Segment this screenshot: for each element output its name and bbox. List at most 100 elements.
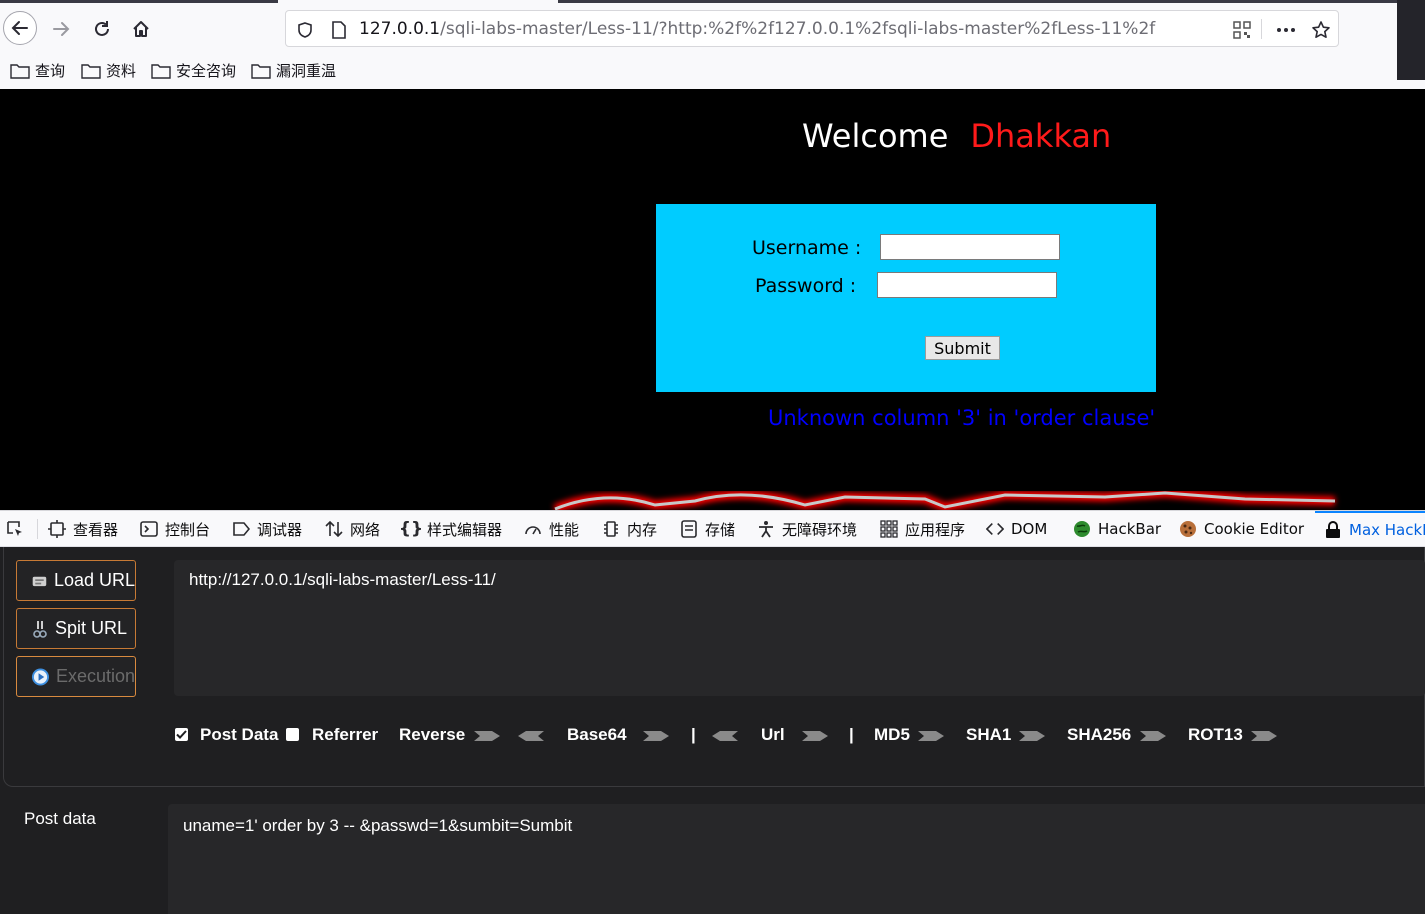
- submit-button[interactable]: Submit: [925, 336, 1000, 360]
- tab-debugger[interactable]: 调试器: [232, 511, 302, 547]
- tab-inspector[interactable]: 查看器: [48, 511, 118, 547]
- tab-cookie-editor[interactable]: Cookie Editor: [1179, 511, 1304, 547]
- login-attempt-banner-image: [553, 488, 1336, 510]
- toolbar-separator: [37, 519, 38, 539]
- tab-accessibility[interactable]: 无障碍环境: [757, 511, 857, 547]
- side-panel-edge: [1397, 0, 1425, 80]
- tab-label: Max HackBar: [1349, 521, 1425, 539]
- load-icon: [32, 576, 47, 586]
- password-label: Password :: [755, 275, 857, 297]
- folder-icon: [151, 63, 171, 79]
- welcome-name: Dhakkan: [970, 117, 1112, 155]
- tab-label: 无障碍环境: [782, 520, 858, 539]
- error-message: Unknown column '3' in 'order clause': [768, 406, 1156, 430]
- tab-memory[interactable]: 内存: [602, 511, 657, 547]
- checkmark-icon: [176, 730, 187, 739]
- bookmark-item[interactable]: 查询: [10, 60, 65, 81]
- rot13-label: ROT13: [1188, 725, 1243, 744]
- qr-code-icon[interactable]: [1231, 19, 1253, 41]
- bookmark-label: 漏洞重温: [276, 62, 337, 80]
- shield-icon[interactable]: [294, 19, 316, 41]
- grid-icon: [880, 520, 898, 538]
- encode-chevron-icon[interactable]: [474, 729, 500, 743]
- rot13-chevron-icon[interactable]: [1251, 729, 1277, 743]
- folder-icon: [251, 63, 271, 79]
- accessibility-icon: [757, 520, 775, 538]
- braces-icon: {}: [398, 519, 424, 539]
- star-icon[interactable]: [1310, 19, 1332, 41]
- tab-application[interactable]: 应用程序: [880, 511, 965, 547]
- tab-network[interactable]: 网络: [325, 511, 380, 547]
- play-circle-icon: [31, 667, 49, 686]
- inspector-icon: [48, 520, 66, 538]
- referrer-checkbox[interactable]: [286, 728, 299, 741]
- tab-label: Cookie Editor: [1204, 520, 1305, 538]
- home-icon: [133, 21, 149, 37]
- base64-label: Base64: [567, 725, 627, 744]
- separator: |: [849, 725, 854, 744]
- browser-chrome: 127.0.0.1/sqli-labs-master/Less-11/?http…: [0, 0, 1425, 89]
- url-text[interactable]: 127.0.0.1/sqli-labs-master/Less-11/?http…: [359, 19, 1155, 39]
- tab-label: DOM: [1011, 520, 1048, 538]
- reload-icon: [95, 21, 109, 36]
- forward-button[interactable]: [44, 12, 78, 46]
- welcome-text: Welcome: [802, 117, 949, 155]
- bookmark-label: 安全咨询: [176, 62, 237, 80]
- page-icon[interactable]: [328, 19, 350, 41]
- post-data-section-label: Post data: [24, 809, 96, 828]
- tab-performance[interactable]: 性能: [524, 511, 579, 547]
- home-button[interactable]: [124, 12, 158, 46]
- execution-button[interactable]: Execution: [16, 656, 136, 697]
- tab-label: 应用程序: [905, 520, 966, 539]
- cookie-icon: [1179, 520, 1197, 538]
- tab-dom[interactable]: DOM: [986, 511, 1047, 547]
- tab-console[interactable]: 控制台: [140, 511, 210, 547]
- url-label: Url: [761, 725, 785, 744]
- decode-chevron-icon[interactable]: [518, 729, 544, 743]
- folder-icon: [10, 63, 30, 79]
- sha1-chevron-icon[interactable]: [1019, 729, 1045, 743]
- login-form: Username : Password : Submit: [656, 204, 1156, 392]
- tab-storage[interactable]: 存储: [680, 511, 735, 547]
- url-bar[interactable]: 127.0.0.1/sqli-labs-master/Less-11/?http…: [285, 10, 1339, 47]
- hackbar-panel: Load URL Spit URL Execution http://127.0…: [0, 547, 1425, 914]
- md5-chevron-icon[interactable]: [918, 729, 944, 743]
- element-picker-button[interactable]: [6, 511, 24, 547]
- tab-label: HackBar: [1098, 520, 1162, 538]
- tab-max-hackbar[interactable]: Max HackBar: [1315, 511, 1425, 547]
- password-input[interactable]: [877, 272, 1057, 298]
- tab-label: 内存: [627, 520, 658, 539]
- tab-hackbar[interactable]: HackBar: [1073, 511, 1161, 547]
- tab-label: 网络: [350, 520, 381, 539]
- bookmark-item[interactable]: 漏洞重温: [251, 60, 336, 81]
- bookmark-item[interactable]: 资料: [81, 60, 136, 81]
- sha256-chevron-icon[interactable]: [1140, 729, 1166, 743]
- welcome-heading: Welcome Dhakkan: [802, 117, 1111, 155]
- post-data-textarea[interactable]: uname=1' order by 3 -- &passwd=1&sumbit=…: [168, 804, 1425, 914]
- tab-style-editor[interactable]: {} 样式编辑器: [398, 511, 502, 547]
- network-icon: [325, 520, 343, 538]
- tab-label: 存储: [705, 520, 736, 539]
- back-arrow-icon: [11, 21, 28, 35]
- hackbar-globe-icon: [1073, 520, 1091, 538]
- username-input[interactable]: [880, 234, 1060, 260]
- encode-chevron-icon[interactable]: [802, 729, 828, 743]
- decode-chevron-icon[interactable]: [712, 729, 738, 743]
- referrer-label[interactable]: Referrer: [312, 725, 378, 745]
- back-button[interactable]: [3, 11, 37, 45]
- storage-icon: [680, 520, 698, 538]
- load-url-button[interactable]: Load URL: [16, 560, 136, 601]
- url-host: 127.0.0.1: [359, 19, 441, 39]
- more-icon[interactable]: [1275, 19, 1297, 41]
- url-textarea[interactable]: http://127.0.0.1/sqli-labs-master/Less-1…: [174, 560, 1425, 696]
- post-data-checkbox[interactable]: [175, 728, 188, 741]
- folder-icon: [81, 63, 101, 79]
- button-label: Spit URL: [55, 618, 128, 638]
- bookmark-item[interactable]: 安全咨询: [151, 60, 236, 81]
- encode-chevron-icon[interactable]: [643, 729, 669, 743]
- split-url-button[interactable]: Spit URL: [16, 608, 136, 649]
- devtools-toolbar: 查看器 控制台 调试器 网络 {} 样式编辑器 性能 内存 存储 无障碍环境 应…: [0, 510, 1425, 547]
- post-data-label[interactable]: Post Data: [200, 725, 278, 745]
- bookmark-label: 查询: [35, 62, 66, 80]
- reload-button[interactable]: [85, 12, 119, 46]
